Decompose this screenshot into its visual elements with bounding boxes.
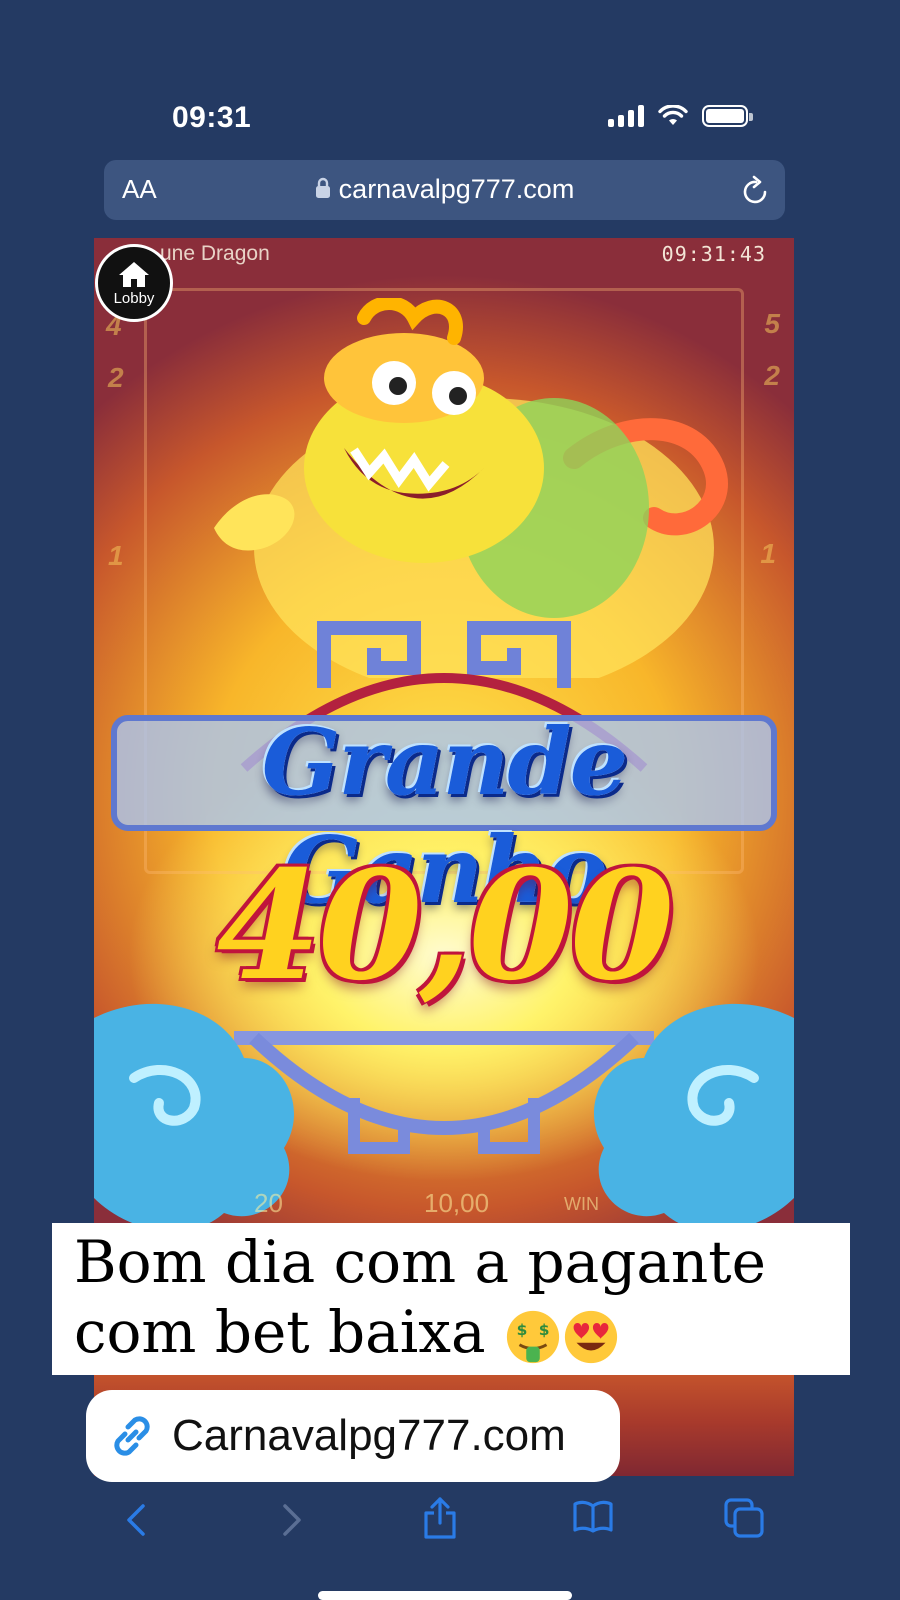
reel-side-number: 2 bbox=[764, 360, 780, 391]
link-icon bbox=[114, 1416, 150, 1456]
forward-icon[interactable] bbox=[280, 1502, 304, 1538]
tabs-icon[interactable] bbox=[724, 1498, 764, 1538]
lobby-label: Lobby bbox=[113, 289, 155, 307]
reload-icon[interactable] bbox=[741, 174, 771, 206]
bookmarks-icon[interactable] bbox=[572, 1500, 614, 1534]
money-mouth-face-icon: $ $ bbox=[506, 1310, 560, 1364]
reel-readout: WIN bbox=[564, 1194, 599, 1214]
status-icons bbox=[608, 105, 753, 127]
url-text: carnavalpg777.com bbox=[338, 174, 575, 204]
reel-readout: 20 bbox=[254, 1188, 283, 1218]
status-bar: 09:31 bbox=[0, 95, 900, 145]
lock-icon bbox=[315, 177, 330, 198]
game-clock: 09:31:43 bbox=[661, 242, 766, 266]
caption-text: Bom dia com a pagante com bet baixa bbox=[74, 1228, 766, 1366]
reel-side-number: 1 bbox=[760, 538, 776, 569]
svg-text:$: $ bbox=[517, 1321, 528, 1339]
caption-box: Bom dia com a pagante com bet baixa $ $ bbox=[52, 1223, 850, 1375]
back-icon[interactable] bbox=[124, 1502, 148, 1538]
share-icon[interactable] bbox=[422, 1496, 458, 1540]
wifi-icon bbox=[658, 105, 688, 125]
browser-toolbar bbox=[0, 1496, 900, 1556]
heart-eyes-face-icon bbox=[564, 1310, 618, 1364]
svg-text:$: $ bbox=[539, 1321, 550, 1339]
link-sticker-text: Carnavalpg777.com bbox=[172, 1411, 566, 1460]
win-amount: 40,00 bbox=[216, 838, 675, 1014]
link-sticker[interactable]: Carnavalpg777.com bbox=[86, 1390, 620, 1482]
battery-icon bbox=[702, 105, 753, 127]
reel-side-number: 5 bbox=[764, 308, 780, 339]
reel-readout: 10,00 bbox=[424, 1188, 490, 1218]
home-icon bbox=[119, 261, 149, 287]
home-indicator[interactable] bbox=[318, 1591, 572, 1600]
reel-side-number: 1 bbox=[108, 540, 124, 571]
url-display[interactable]: carnavalpg777.com bbox=[104, 174, 785, 205]
lobby-button[interactable]: Lobby bbox=[95, 244, 173, 322]
cellular-signal-icon bbox=[608, 105, 644, 127]
address-bar[interactable]: AA carnavalpg777.com bbox=[104, 160, 785, 220]
status-time: 09:31 bbox=[172, 101, 252, 134]
reel-side-number: 2 bbox=[108, 362, 124, 393]
game-title: une Dragon bbox=[160, 242, 270, 265]
